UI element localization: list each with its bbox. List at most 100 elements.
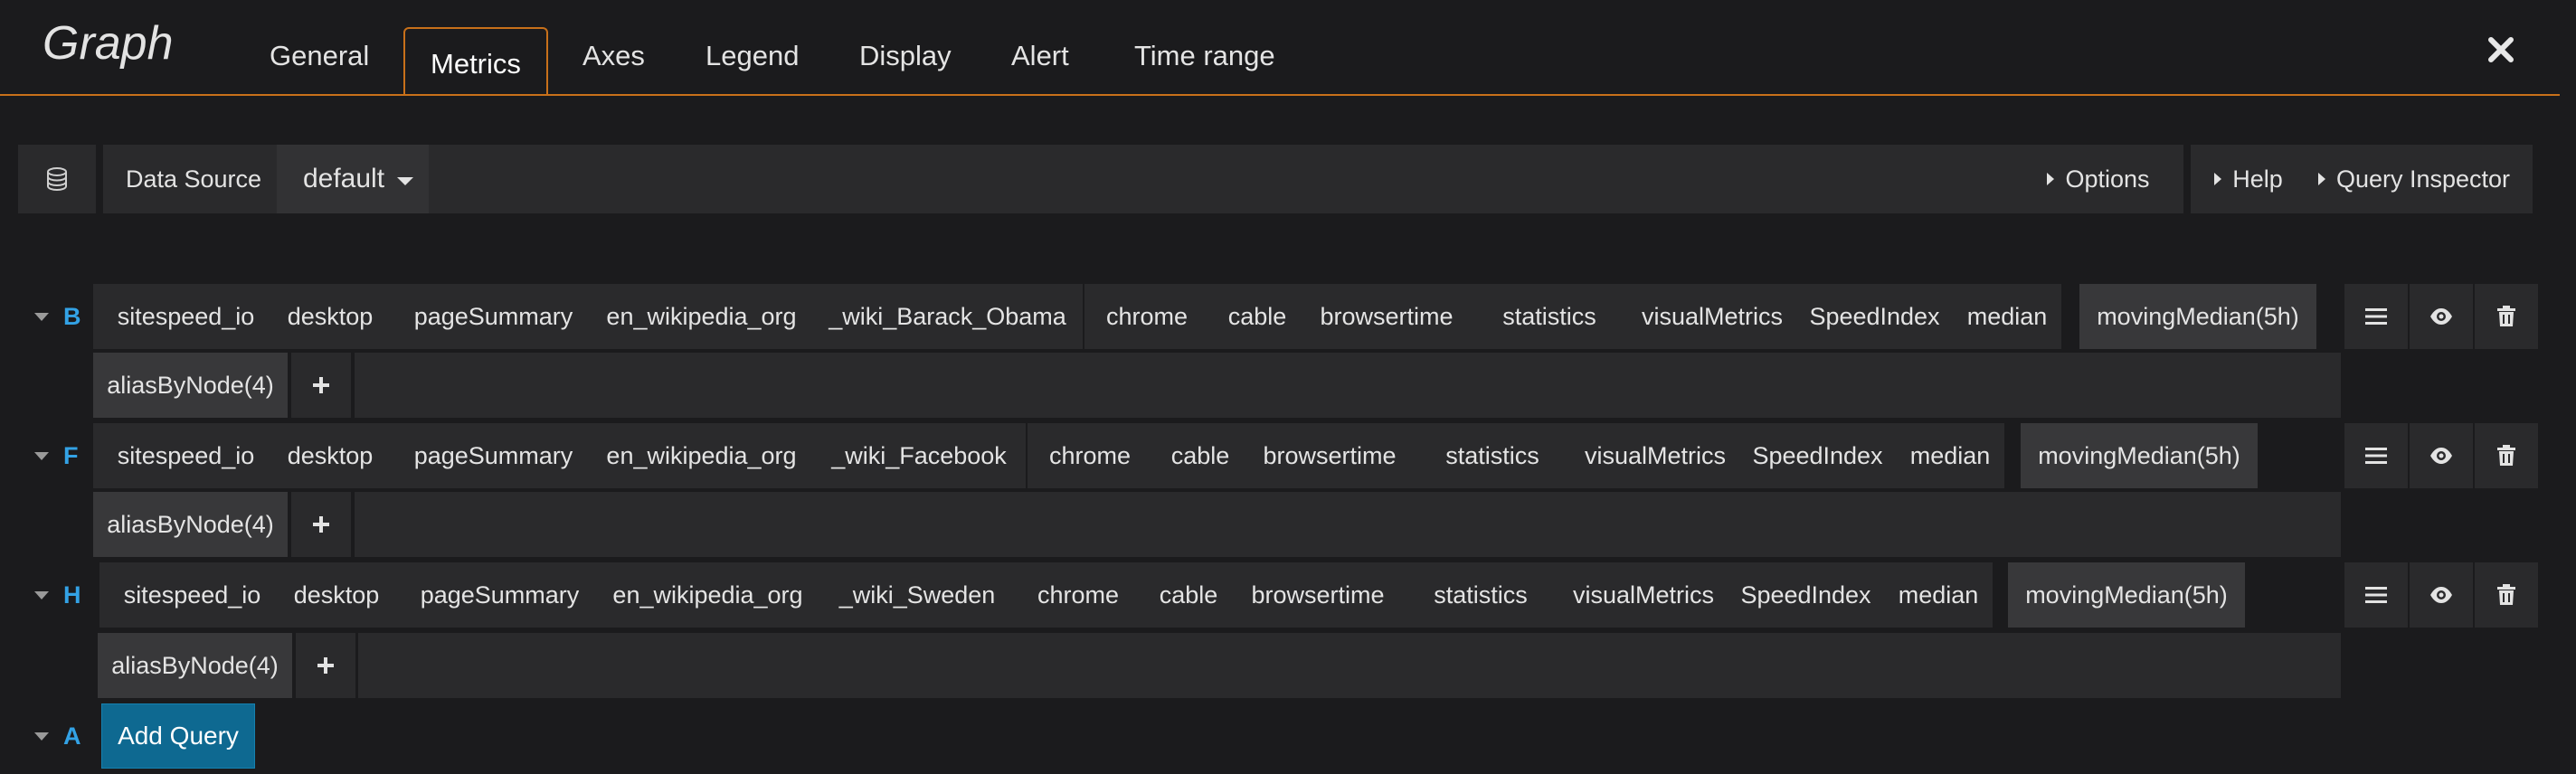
query-subrow-spacer bbox=[355, 353, 2341, 418]
caret-down-icon bbox=[34, 312, 49, 321]
datasource-icon-box bbox=[18, 145, 96, 213]
add-query-button[interactable]: Add Query bbox=[101, 703, 255, 769]
metric-segment[interactable]: pageSummary bbox=[397, 562, 602, 628]
close-icon[interactable] bbox=[2486, 34, 2516, 65]
caret-right-icon bbox=[2047, 173, 2055, 185]
add-function-button[interactable] bbox=[291, 353, 351, 418]
metric-segment[interactable]: sitespeed_io bbox=[93, 284, 279, 349]
query-subrow-spacer bbox=[358, 633, 2341, 698]
panel-title: Graph bbox=[43, 17, 174, 70]
metric-segment[interactable]: cable bbox=[1204, 284, 1311, 349]
function-segment[interactable]: aliasByNode(4) bbox=[98, 633, 292, 698]
metric-segment[interactable]: median bbox=[1884, 562, 1993, 628]
query-letter-a[interactable]: A bbox=[18, 703, 89, 769]
tab-axes[interactable]: Axes bbox=[582, 40, 645, 72]
function-segment[interactable]: movingMedian(5h) bbox=[2021, 423, 2258, 488]
trash-icon[interactable] bbox=[2475, 284, 2538, 349]
trash-icon[interactable] bbox=[2475, 423, 2538, 488]
trash-icon-glyph bbox=[2497, 584, 2515, 605]
metric-segment[interactable]: SpeedIndex bbox=[1728, 562, 1884, 628]
metric-segment[interactable]: SpeedIndex bbox=[1796, 284, 1953, 349]
metric-segment[interactable]: statistics bbox=[1402, 562, 1559, 628]
tab-general[interactable]: General bbox=[270, 40, 369, 72]
plus-icon bbox=[313, 516, 329, 533]
metric-segment[interactable]: browsertime bbox=[1227, 562, 1408, 628]
metric-segment[interactable]: chrome bbox=[1028, 423, 1152, 488]
menu-icon-glyph bbox=[2365, 308, 2387, 325]
query-letter-h[interactable]: H bbox=[18, 562, 89, 628]
metric-segment[interactable]: SpeedIndex bbox=[1739, 423, 1896, 488]
query-letter-label: H bbox=[63, 580, 81, 609]
metric-segment[interactable]: statistics bbox=[1471, 284, 1628, 349]
caret-right-icon bbox=[2214, 173, 2222, 185]
eye-icon[interactable] bbox=[2410, 562, 2473, 628]
query-inspector-button[interactable]: Query Inspector bbox=[2296, 145, 2533, 213]
query-letter-b[interactable]: B bbox=[18, 284, 89, 349]
metric-segment[interactable]: cable bbox=[1135, 562, 1242, 628]
menu-icon[interactable] bbox=[2344, 284, 2408, 349]
trash-icon[interactable] bbox=[2475, 562, 2538, 628]
chevron-down-icon bbox=[397, 176, 414, 185]
function-segment[interactable]: movingMedian(5h) bbox=[2008, 562, 2245, 628]
function-segment[interactable]: aliasByNode(4) bbox=[93, 492, 288, 557]
metric-segment[interactable]: _wiki_Sweden bbox=[819, 562, 1016, 628]
help-button[interactable]: Help bbox=[2191, 145, 2306, 213]
metric-segment[interactable]: sitespeed_io bbox=[93, 423, 279, 488]
metric-segment[interactable]: _wiki_Facebook bbox=[812, 423, 1026, 488]
metric-segment[interactable]: en_wikipedia_org bbox=[591, 423, 812, 488]
query-letter-f[interactable]: F bbox=[18, 423, 89, 488]
metric-segment[interactable]: sitespeed_io bbox=[99, 562, 285, 628]
datasource-spacer bbox=[429, 145, 2021, 213]
datasource-select[interactable]: default bbox=[277, 145, 440, 213]
menu-icon-glyph bbox=[2365, 587, 2387, 603]
trash-icon-glyph bbox=[2497, 445, 2515, 466]
trash-icon-glyph bbox=[2497, 306, 2515, 326]
eye-icon-glyph bbox=[2430, 448, 2452, 464]
query-letter-label: A bbox=[63, 722, 81, 750]
tab-time-range[interactable]: Time range bbox=[1134, 40, 1275, 72]
eye-icon[interactable] bbox=[2410, 284, 2473, 349]
help-button-label: Help bbox=[2232, 165, 2283, 193]
metric-segment[interactable]: median bbox=[1896, 423, 2004, 488]
metric-segment[interactable]: chrome bbox=[1016, 562, 1141, 628]
eye-icon-glyph bbox=[2430, 308, 2452, 325]
metric-segment[interactable]: statistics bbox=[1414, 423, 1571, 488]
metric-segment[interactable]: en_wikipedia_org bbox=[597, 562, 819, 628]
menu-icon[interactable] bbox=[2344, 423, 2408, 488]
menu-icon[interactable] bbox=[2344, 562, 2408, 628]
query-letter-label: B bbox=[63, 302, 81, 330]
metric-segment[interactable]: browsertime bbox=[1296, 284, 1477, 349]
options-button-label: Options bbox=[2065, 165, 2150, 193]
query-letter-label: F bbox=[63, 441, 79, 469]
tab-alert[interactable]: Alert bbox=[1011, 40, 1069, 72]
metric-segment[interactable]: chrome bbox=[1084, 284, 1209, 349]
caret-down-icon bbox=[34, 451, 49, 460]
tab-legend[interactable]: Legend bbox=[706, 40, 799, 72]
metric-segment[interactable]: pageSummary bbox=[391, 284, 596, 349]
caret-down-icon bbox=[34, 590, 49, 599]
eye-icon[interactable] bbox=[2410, 423, 2473, 488]
datasource-row: Data Source default Options Help Query I… bbox=[18, 145, 2533, 213]
metric-segment[interactable]: cable bbox=[1147, 423, 1254, 488]
metric-segment[interactable]: visualMetrics bbox=[1554, 562, 1733, 628]
tab-display[interactable]: Display bbox=[859, 40, 952, 72]
query-inspector-label: Query Inspector bbox=[2335, 165, 2511, 193]
metric-segment[interactable]: median bbox=[1953, 284, 2061, 349]
plus-icon bbox=[313, 377, 329, 393]
tab-metrics[interactable]: Metrics bbox=[403, 27, 548, 94]
add-function-button[interactable] bbox=[291, 492, 351, 557]
query-subrow-spacer bbox=[355, 492, 2341, 557]
metric-segment[interactable]: desktop bbox=[264, 423, 396, 488]
metric-segment[interactable]: desktop bbox=[264, 284, 396, 349]
function-segment[interactable]: movingMedian(5h) bbox=[2079, 284, 2316, 349]
add-function-button[interactable] bbox=[296, 633, 355, 698]
metric-segment[interactable]: browsertime bbox=[1239, 423, 1420, 488]
function-segment[interactable]: aliasByNode(4) bbox=[93, 353, 288, 418]
metric-segment[interactable]: visualMetrics bbox=[1623, 284, 1802, 349]
options-button[interactable]: Options bbox=[2013, 145, 2183, 213]
metric-segment[interactable]: visualMetrics bbox=[1566, 423, 1745, 488]
metric-segment[interactable]: pageSummary bbox=[391, 423, 596, 488]
metric-segment[interactable]: en_wikipedia_org bbox=[591, 284, 812, 349]
metric-segment[interactable]: desktop bbox=[270, 562, 402, 628]
metric-segment[interactable]: _wiki_Barack_Obama bbox=[812, 284, 1083, 349]
